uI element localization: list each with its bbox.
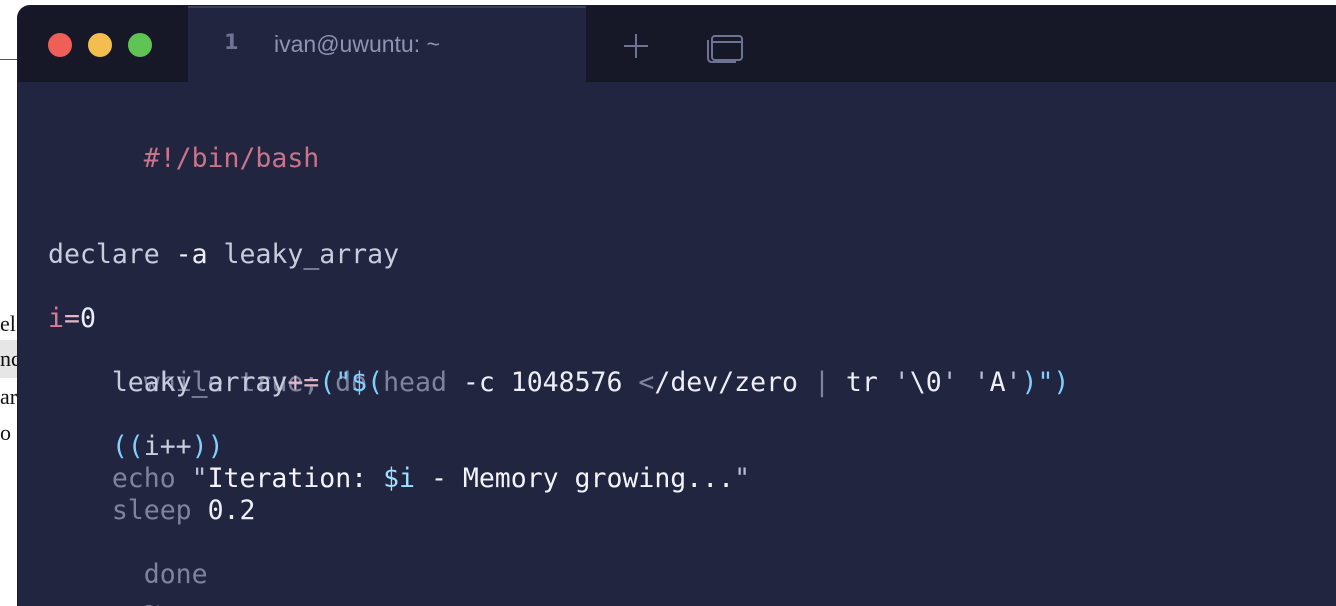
code-line: declare -a leaky_array bbox=[48, 239, 399, 271]
operator: = bbox=[63, 303, 80, 334]
close-paren: )") bbox=[1021, 367, 1070, 398]
maximize-button[interactable] bbox=[128, 33, 152, 57]
quote: ' bbox=[941, 367, 958, 398]
number: 1048576 bbox=[510, 367, 623, 398]
string: - Memory growing... bbox=[415, 463, 735, 494]
number: 0 bbox=[79, 303, 96, 334]
command: tr bbox=[845, 367, 878, 398]
code-line: sleep 0.2 bbox=[48, 495, 256, 527]
string: A bbox=[989, 367, 1006, 398]
code-line: while true; do bbox=[48, 335, 367, 398]
identifier: leaky_array bbox=[223, 239, 400, 270]
background-text-line: o bbox=[0, 420, 11, 445]
quote: ' bbox=[1005, 367, 1022, 398]
terminal-window: 1 ivan@uwuntu: ~ #!/bin/bash declare -a … bbox=[18, 6, 1336, 606]
code-line: leaky_array+=("$(head -c 1048576 </dev/z… bbox=[48, 367, 1070, 399]
windows-icon bbox=[707, 35, 743, 63]
code-line: ~ bbox=[48, 559, 160, 606]
open-paren: (( bbox=[111, 431, 144, 462]
code-line: echo "Iteration: $i - Memory growing..." bbox=[48, 463, 750, 495]
code-line: i=0 bbox=[48, 303, 96, 335]
string: Iteration: bbox=[207, 463, 384, 494]
variable: $i bbox=[383, 463, 416, 494]
code-line: #!/bin/bash bbox=[48, 111, 320, 174]
operator: += bbox=[287, 367, 320, 398]
quote: ' bbox=[973, 367, 990, 398]
command: echo bbox=[111, 463, 176, 494]
background-text-line: el bbox=[0, 311, 16, 336]
minimize-button[interactable] bbox=[88, 33, 112, 57]
pipe: | bbox=[813, 367, 830, 398]
keyword: declare bbox=[48, 239, 160, 270]
identifier: i bbox=[48, 303, 64, 334]
close-button[interactable] bbox=[48, 33, 72, 57]
tab-terminal[interactable]: 1 ivan@uwuntu: ~ bbox=[188, 6, 586, 82]
flag: -c bbox=[462, 367, 495, 398]
tilde-marker: ~ bbox=[144, 591, 160, 606]
code-line: ((i++)) bbox=[48, 431, 224, 463]
open-paren: ("$( bbox=[319, 367, 384, 398]
quote: " bbox=[734, 463, 751, 494]
background-text-line: ar bbox=[0, 384, 18, 409]
number: 0.2 bbox=[207, 495, 256, 526]
quote: " bbox=[191, 463, 208, 494]
quote: ' bbox=[893, 367, 910, 398]
operator: < bbox=[638, 367, 655, 398]
shebang: #!/bin/bash bbox=[143, 143, 320, 174]
title-bar: 1 ivan@uwuntu: ~ bbox=[18, 6, 1336, 82]
string: \0 bbox=[909, 367, 942, 398]
expression: i++ bbox=[143, 431, 192, 462]
identifier: leaky_array bbox=[111, 367, 288, 398]
new-tab-button[interactable] bbox=[618, 28, 654, 64]
tab-overview-button[interactable] bbox=[706, 28, 743, 64]
tab-number: 1 bbox=[224, 30, 239, 54]
command: head bbox=[383, 367, 447, 398]
tab-title: ivan@uwuntu: ~ bbox=[274, 31, 440, 57]
close-paren: )) bbox=[191, 431, 224, 462]
command: sleep bbox=[111, 495, 192, 526]
plus-icon bbox=[624, 34, 648, 58]
flag: -a bbox=[175, 239, 208, 270]
path: /dev/zero bbox=[654, 367, 798, 398]
code-line: done bbox=[48, 527, 208, 590]
